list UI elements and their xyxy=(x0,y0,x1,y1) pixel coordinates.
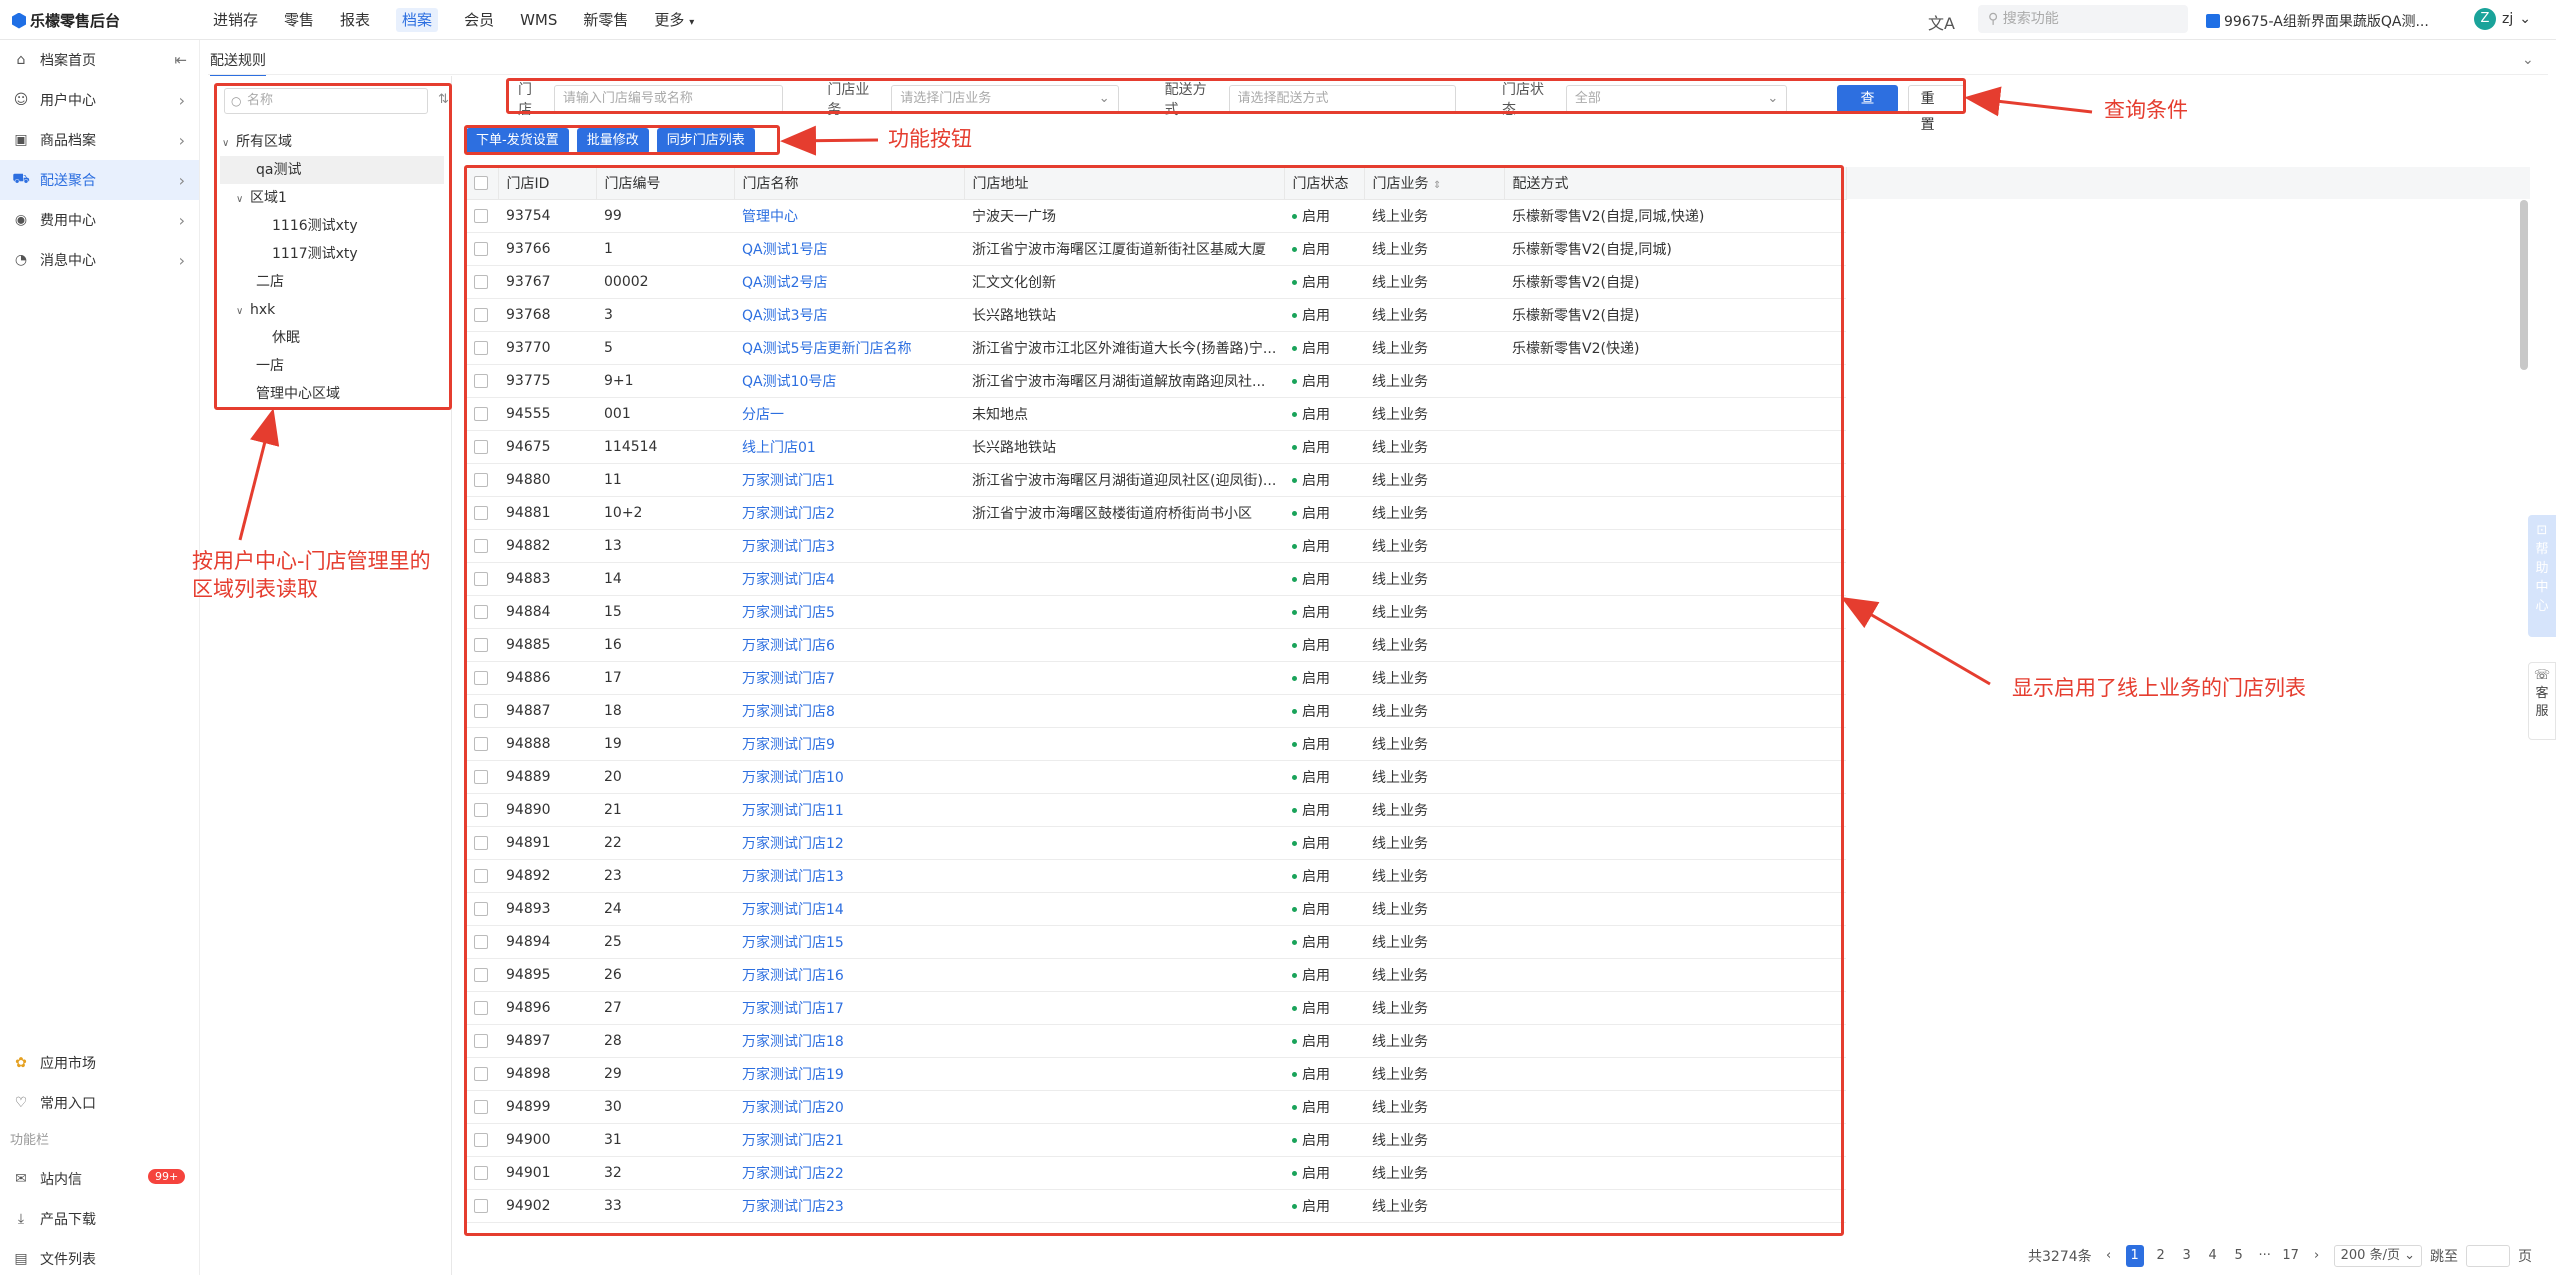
annotation-query: 查询条件 xyxy=(2104,98,2188,122)
annotation-table: 显示启用了线上业务的门店列表 xyxy=(2012,676,2306,700)
annotation-tree-line1: 按用户中心-门店管理里的 xyxy=(192,549,431,573)
annotation-arrows xyxy=(238,86,2093,686)
annotation-actions: 功能按钮 xyxy=(888,127,972,151)
annotation-tree-line2: 区域列表读取 xyxy=(192,577,318,601)
